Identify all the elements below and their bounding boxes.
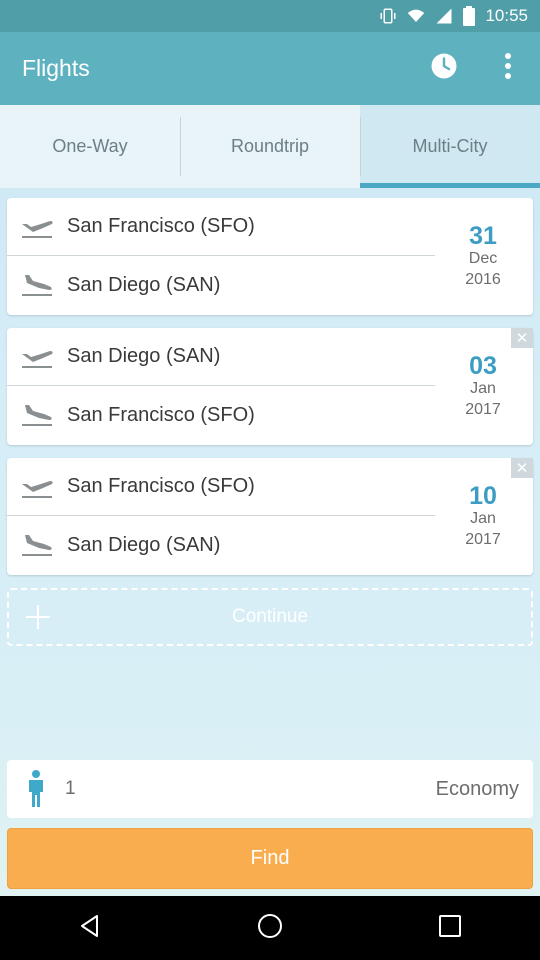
- close-icon: ✕: [515, 460, 529, 477]
- home-button[interactable]: [240, 898, 300, 958]
- back-button[interactable]: [60, 898, 120, 958]
- passenger-cabin-selector[interactable]: 1 Economy: [7, 760, 533, 818]
- signal-icon: [435, 7, 453, 25]
- origin-field[interactable]: San Francisco (SFO): [7, 198, 435, 256]
- plane-takeoff-icon: [7, 215, 67, 239]
- plus-icon: [23, 590, 53, 644]
- origin-city: San Diego (SAN): [67, 345, 221, 367]
- cabin-class: Economy: [435, 777, 519, 800]
- destination-city: San Francisco (SFO): [67, 403, 255, 426]
- plane-landing-icon: [7, 273, 67, 297]
- person-icon: [7, 770, 65, 808]
- passenger-count: 1: [65, 778, 76, 799]
- find-button[interactable]: Find: [7, 828, 533, 889]
- destination-city: San Diego (SAN): [67, 533, 221, 556]
- plane-takeoff-icon: [7, 345, 67, 369]
- destination-field[interactable]: San Diego (SAN): [7, 516, 435, 574]
- continue-add-flight-button[interactable]: Continue: [7, 588, 533, 646]
- back-icon: [77, 913, 103, 944]
- plane-takeoff-icon: [7, 475, 67, 499]
- date-month: Dec: [468, 249, 498, 267]
- continue-label: Continue: [231, 606, 309, 627]
- tab-multi-city[interactable]: Multi-City: [360, 105, 540, 188]
- date-day: 10: [469, 481, 497, 510]
- date-month: Jan: [470, 379, 496, 397]
- recents-icon: [438, 914, 462, 943]
- status-time: 10:55: [485, 6, 528, 25]
- trip-type-tabs: One-Way Roundtrip Multi-City: [0, 105, 540, 188]
- origin-city: San Francisco (SFO): [67, 475, 255, 497]
- origin-city: San Francisco (SFO): [67, 215, 255, 237]
- date-picker[interactable]: 31 Dec 2016: [433, 198, 533, 315]
- vibrate-icon: [379, 7, 397, 25]
- flight-leg-3: San Francisco (SFO) San Diego (SAN) 10 J…: [7, 458, 533, 575]
- remove-leg-button[interactable]: ✕: [511, 328, 533, 348]
- clock-icon: [429, 51, 459, 86]
- status-bar: 10:55: [0, 0, 540, 32]
- date-day: 03: [469, 351, 497, 380]
- home-icon: [257, 913, 283, 944]
- more-vert-icon: [504, 52, 512, 85]
- flight-leg-1: San Francisco (SFO) San Diego (SAN) 31 D…: [7, 198, 533, 315]
- tab-roundtrip[interactable]: Roundtrip: [180, 105, 360, 188]
- date-month: Jan: [470, 509, 496, 527]
- flight-leg-2: San Diego (SAN) San Francisco (SFO) 03 J…: [7, 328, 533, 445]
- recents-button[interactable]: [420, 898, 480, 958]
- overflow-menu-button[interactable]: [476, 37, 540, 101]
- date-year: 2017: [465, 400, 501, 418]
- battery-icon: [463, 6, 476, 26]
- tab-one-way[interactable]: One-Way: [0, 105, 180, 188]
- page-title: Flights: [22, 55, 90, 81]
- remove-leg-button[interactable]: ✕: [511, 458, 533, 478]
- origin-field[interactable]: San Diego (SAN): [7, 328, 435, 386]
- history-button[interactable]: [412, 37, 476, 101]
- plane-landing-icon: [7, 403, 67, 427]
- plane-landing-icon: [7, 533, 67, 557]
- date-year: 2017: [465, 530, 501, 548]
- date-year: 2016: [465, 270, 501, 288]
- destination-city: San Diego (SAN): [67, 273, 221, 296]
- system-nav-bar: [0, 896, 540, 960]
- origin-field[interactable]: San Francisco (SFO): [7, 458, 435, 516]
- destination-field[interactable]: San Francisco (SFO): [7, 386, 435, 444]
- date-day: 31: [469, 221, 497, 250]
- destination-field[interactable]: San Diego (SAN): [7, 256, 435, 314]
- app-bar: Flights: [0, 32, 540, 105]
- wifi-icon: [407, 7, 425, 25]
- close-icon: ✕: [515, 330, 529, 347]
